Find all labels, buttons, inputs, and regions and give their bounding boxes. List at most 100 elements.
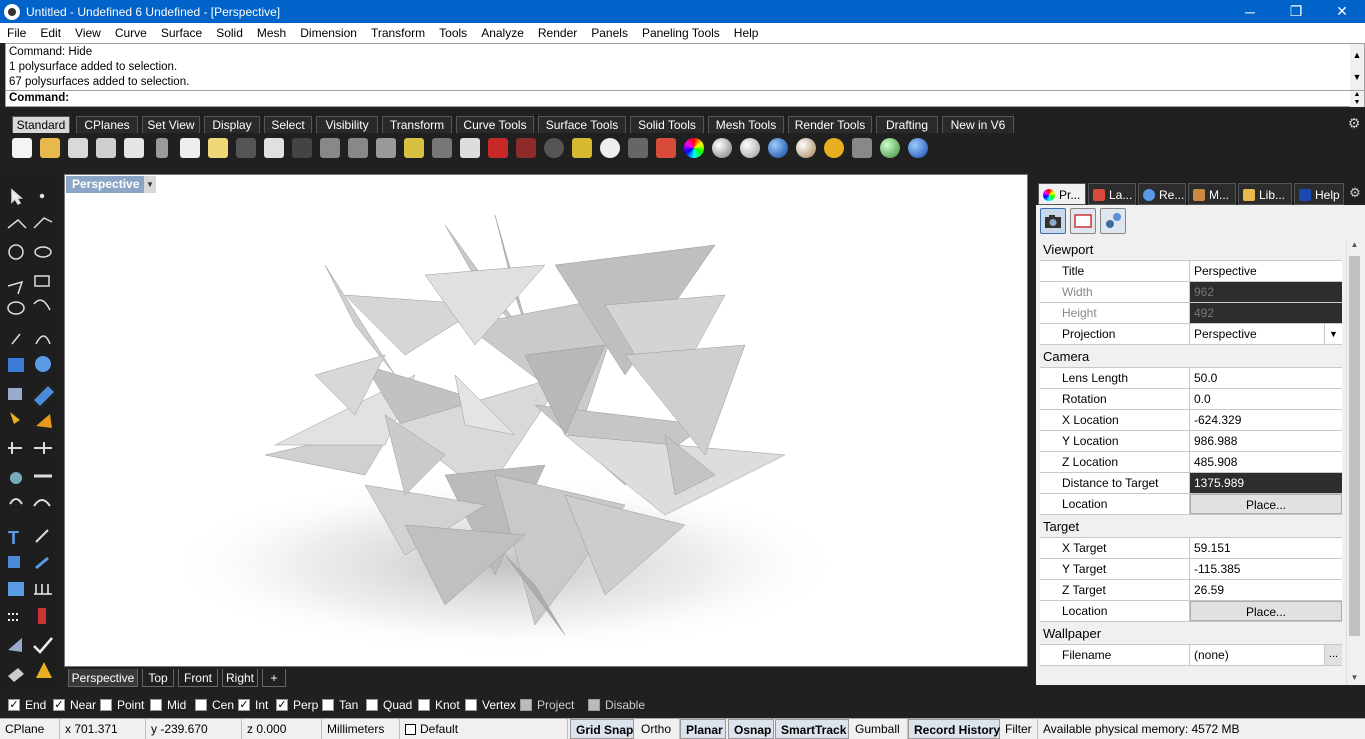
osnap-disable[interactable]: Disable	[588, 697, 645, 713]
section-wallpaper[interactable]: Wallpaper	[1040, 622, 1342, 645]
panel-tab-render[interactable]: Re...	[1138, 183, 1186, 205]
section-camera[interactable]: Camera	[1040, 345, 1342, 368]
menu-analyze[interactable]: Analyze	[474, 23, 531, 43]
cut-icon[interactable]	[156, 138, 168, 158]
left-toolbar-icons[interactable]: T	[0, 176, 62, 688]
x-target-input[interactable]: 59.151	[1190, 538, 1342, 558]
gumball-toggle[interactable]: Gumball	[850, 719, 908, 739]
new-icon[interactable]	[12, 138, 32, 158]
record-history-toggle[interactable]: Record History	[908, 719, 1000, 739]
car2-icon[interactable]	[516, 138, 536, 158]
menu-paneling-tools[interactable]: Paneling Tools	[635, 23, 727, 43]
view-tab-perspective[interactable]: Perspective	[68, 669, 138, 687]
tab-standard[interactable]: Standard	[12, 116, 70, 133]
osnap-near[interactable]: ✓ Near	[53, 697, 96, 713]
osnap-perp[interactable]: ✓ Perp	[276, 697, 318, 713]
rotate-view-icon[interactable]	[432, 138, 452, 158]
perspective-viewport[interactable]: Perspective ▼	[64, 174, 1028, 667]
undo-icon[interactable]	[236, 138, 256, 158]
cplane-status[interactable]: CPlane	[0, 719, 60, 739]
checkbox[interactable]	[418, 699, 430, 711]
planar-toggle[interactable]: Planar	[680, 719, 726, 739]
panel-tab-help[interactable]: Help	[1294, 183, 1344, 205]
command-history-scrollbar[interactable]: ▲ ▼	[1350, 44, 1364, 90]
filter-button[interactable]: Filter	[1000, 719, 1038, 739]
sphere-blue-icon[interactable]	[768, 138, 788, 158]
light-icon[interactable]	[600, 138, 620, 158]
sphere-gray-icon[interactable]	[712, 138, 732, 158]
linked-view-icon[interactable]	[1100, 208, 1126, 234]
tab-drafting[interactable]: Drafting	[876, 116, 938, 133]
osnap-int[interactable]: ✓ Int	[238, 697, 268, 713]
add-view-tab-button[interactable]: +	[262, 669, 286, 687]
menu-solid[interactable]: Solid	[209, 23, 250, 43]
sphere-white-icon[interactable]	[740, 138, 760, 158]
sun-icon[interactable]	[824, 138, 844, 158]
grid-snap-toggle[interactable]: Grid Snap	[570, 719, 634, 739]
zoom-selected-icon[interactable]	[404, 138, 424, 158]
save-icon[interactable]	[68, 138, 88, 158]
panel-tab-properties[interactable]: Pr...	[1038, 183, 1086, 205]
viewport-menu-chevron-icon[interactable]: ▼	[144, 176, 156, 193]
color-wheel-icon[interactable]	[684, 138, 704, 158]
points-icon[interactable]	[572, 138, 592, 158]
z-target-input[interactable]: 26.59	[1190, 580, 1342, 600]
zoom-extents-icon[interactable]	[376, 138, 396, 158]
osnap-toggle[interactable]: Osnap	[728, 719, 774, 739]
osnap-cen[interactable]: Cen	[195, 697, 234, 713]
osnap-point[interactable]: Point	[100, 697, 144, 713]
menu-view[interactable]: View	[68, 23, 108, 43]
z-location-input[interactable]: 485.908	[1190, 452, 1342, 472]
ortho-toggle[interactable]: Ortho	[636, 719, 680, 739]
tab-display[interactable]: Display	[204, 116, 260, 133]
menu-curve[interactable]: Curve	[108, 23, 154, 43]
checkbox[interactable]: ✓	[53, 699, 65, 711]
panel-tab-layers[interactable]: La...	[1088, 183, 1136, 205]
panel-tab-libraries[interactable]: Lib...	[1238, 183, 1292, 205]
paste-icon[interactable]	[124, 138, 144, 158]
help-icon[interactable]	[908, 138, 928, 158]
view-tab-front[interactable]: Front	[178, 669, 218, 687]
checkbox[interactable]	[520, 699, 532, 711]
lock-icon[interactable]	[628, 138, 648, 158]
checkbox[interactable]: ✓	[238, 699, 250, 711]
checkbox[interactable]	[588, 699, 600, 711]
tab-mesh-tools[interactable]: Mesh Tools	[708, 116, 784, 133]
menu-edit[interactable]: Edit	[33, 23, 68, 43]
close-button[interactable]: ✕	[1319, 0, 1365, 23]
zoom-window-icon[interactable]	[348, 138, 368, 158]
move-icon[interactable]	[292, 138, 312, 158]
copy-icon[interactable]	[180, 138, 200, 158]
x-location-input[interactable]: -624.329	[1190, 410, 1342, 430]
section-target[interactable]: Target	[1040, 515, 1342, 538]
crop-icon[interactable]	[852, 138, 872, 158]
browse-button[interactable]: ...	[1324, 645, 1342, 665]
command-input[interactable]: Command: ▲ ▼	[6, 90, 1364, 107]
target-place-button[interactable]: Place...	[1190, 601, 1342, 621]
osnap-quad[interactable]: Quad	[366, 697, 412, 713]
osnap-knot[interactable]: Knot	[418, 697, 460, 713]
clipboard-icon[interactable]	[208, 138, 228, 158]
tab-render-tools[interactable]: Render Tools	[788, 116, 872, 133]
car-icon[interactable]	[488, 138, 508, 158]
command-spinner[interactable]: ▲ ▼	[1350, 91, 1364, 107]
camera-icon[interactable]	[1040, 208, 1066, 234]
panel-gear-icon[interactable]: ⚙	[1348, 186, 1362, 200]
checkbox[interactable]	[195, 699, 207, 711]
tab-transform[interactable]: Transform	[382, 116, 452, 133]
smarttrack-toggle[interactable]: SmartTrack	[775, 719, 849, 739]
panel-tab-materials[interactable]: M...	[1188, 183, 1236, 205]
units-status[interactable]: Millimeters	[322, 719, 400, 739]
tab-select[interactable]: Select	[264, 116, 312, 133]
panel-scrollbar[interactable]: ▲ ▼	[1346, 238, 1361, 685]
lens-length-input[interactable]: 50.0	[1190, 368, 1342, 388]
menu-file[interactable]: File	[0, 23, 33, 43]
open-icon[interactable]	[40, 138, 60, 158]
command-history[interactable]: Command: Hide 1 polysurface added to sel…	[6, 44, 1351, 90]
checkbox[interactable]	[322, 699, 334, 711]
chevron-down-icon[interactable]: ▼	[1324, 324, 1342, 344]
osnap-vertex[interactable]: Vertex	[465, 697, 516, 713]
tab-visibility[interactable]: Visibility	[316, 116, 378, 133]
menu-surface[interactable]: Surface	[154, 23, 209, 43]
zoom-icon[interactable]	[320, 138, 340, 158]
